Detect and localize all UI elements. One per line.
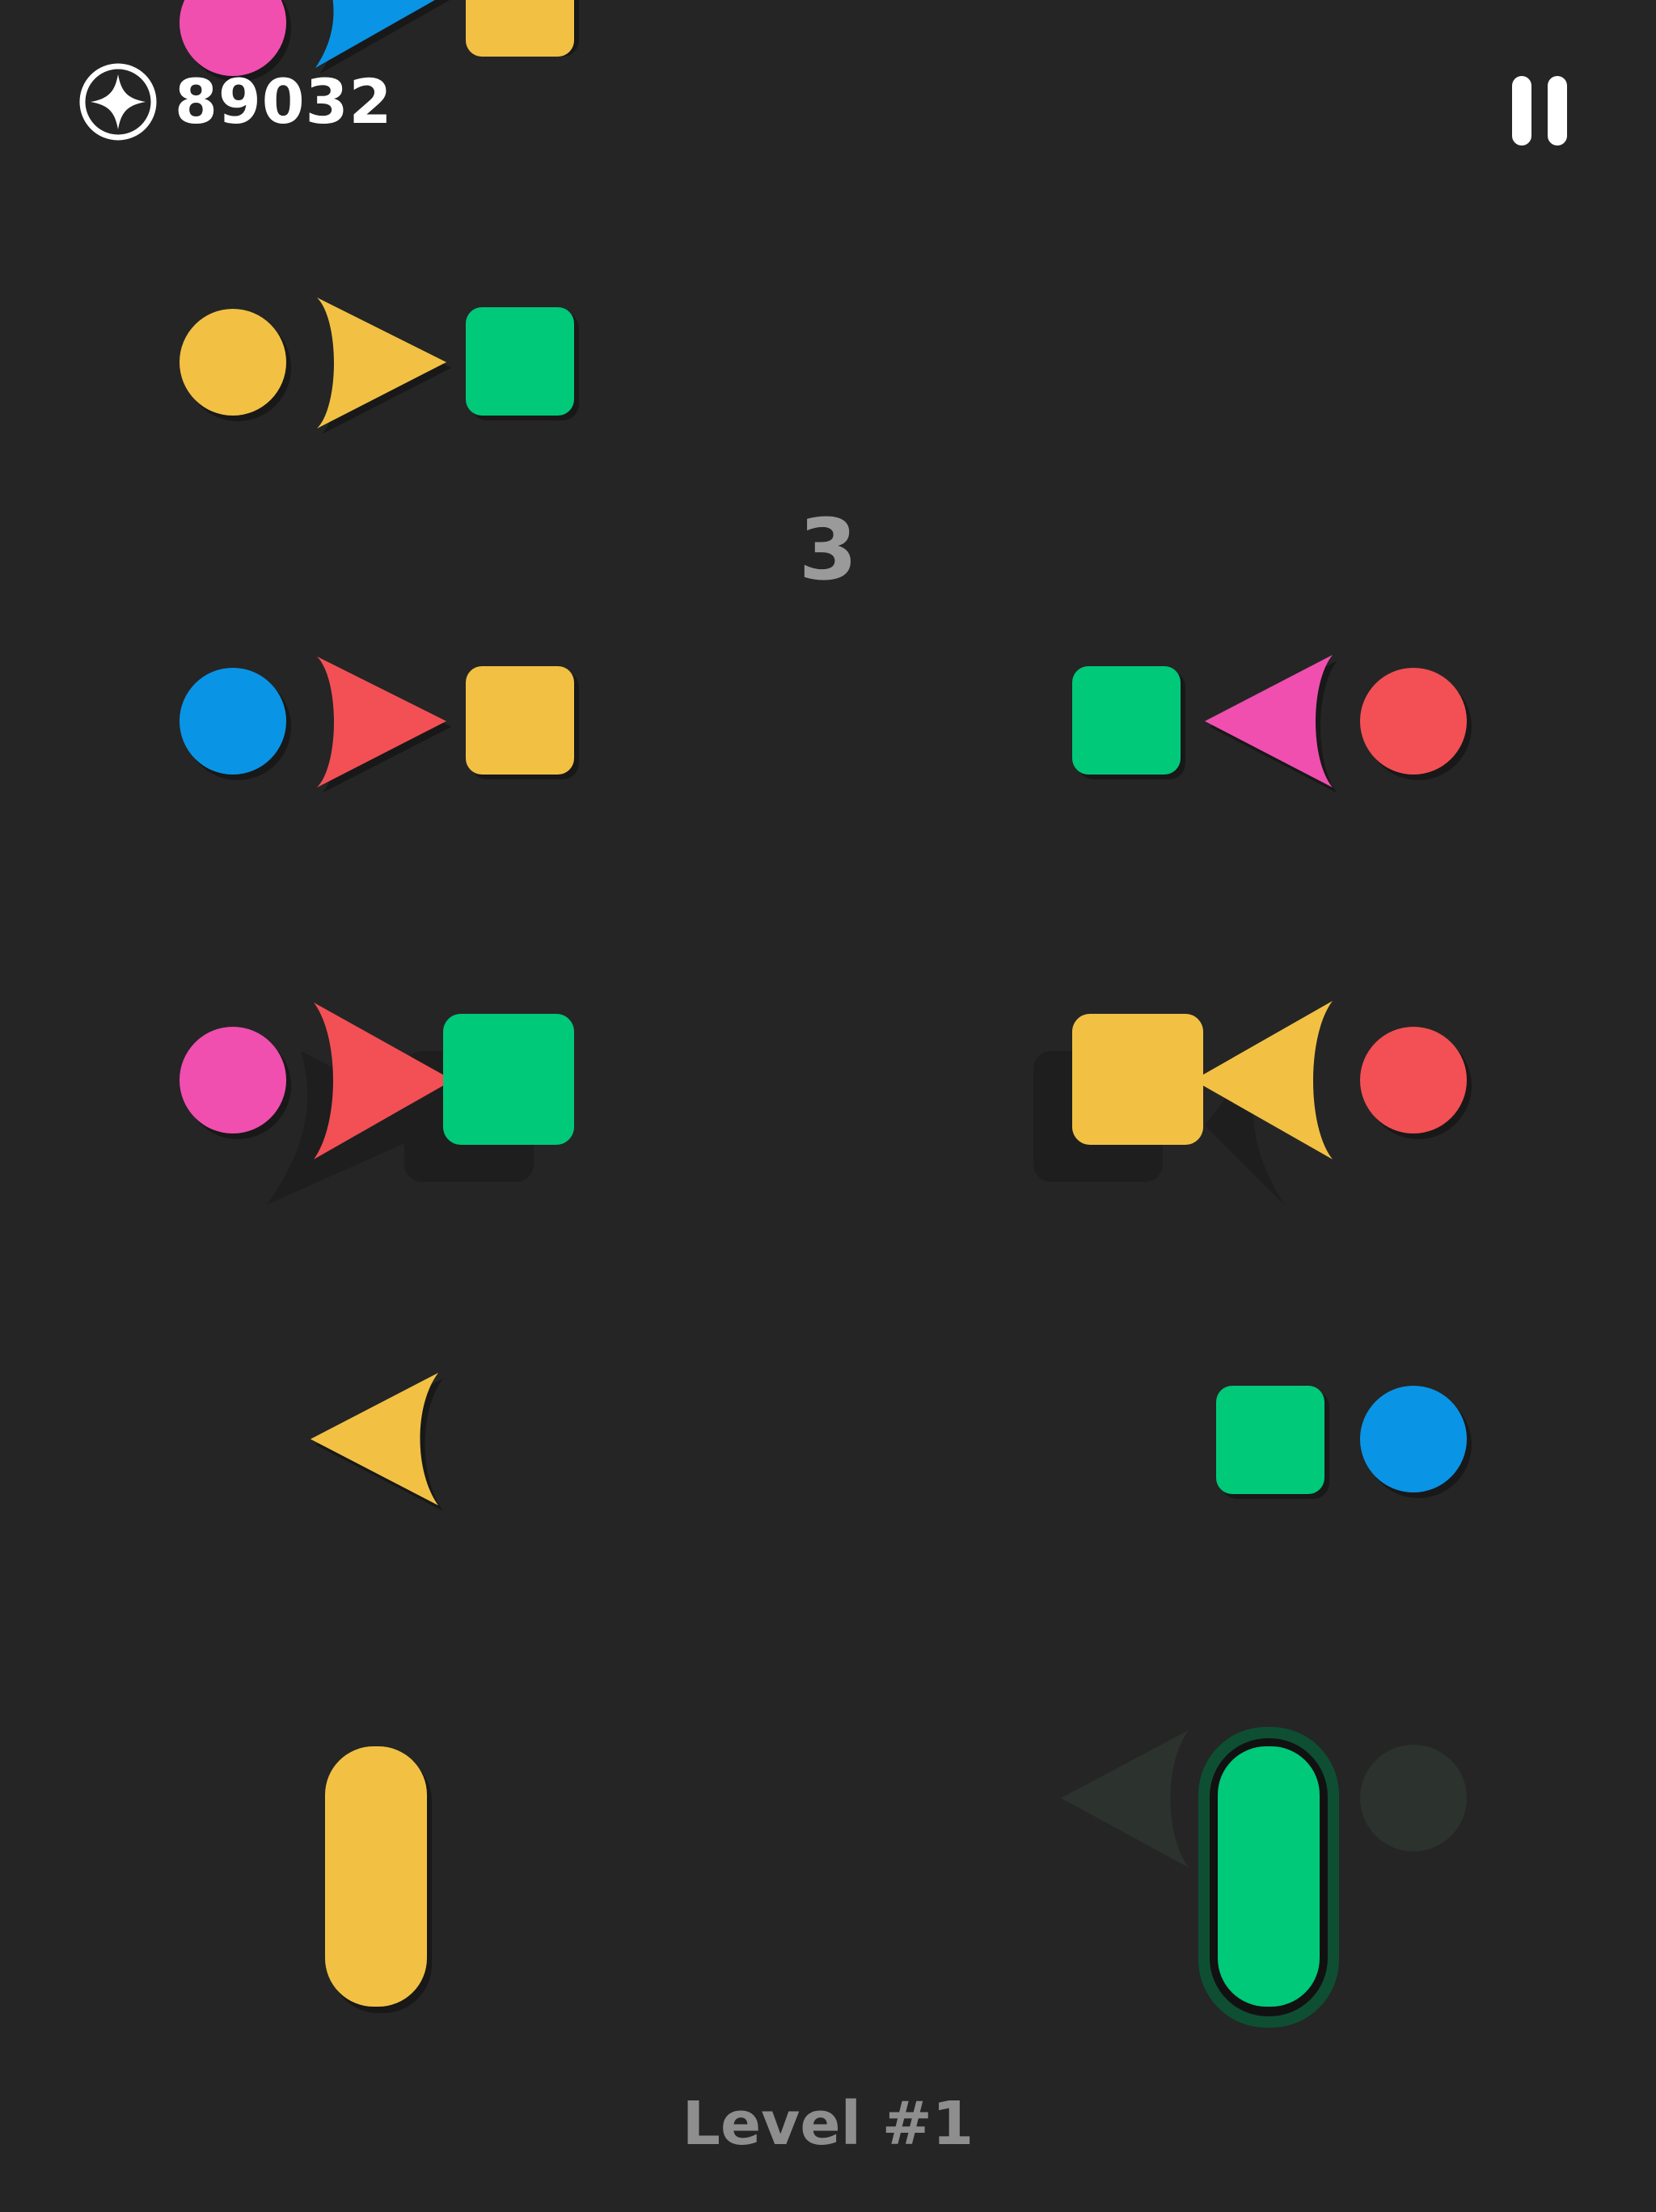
green-square (1072, 666, 1181, 775)
pause-bar-right (1548, 76, 1567, 146)
star-coin-icon (79, 63, 157, 141)
green-square (443, 1014, 574, 1145)
ghost-circle (1360, 1745, 1467, 1851)
board-canvas (0, 0, 1656, 2209)
blue-circle (180, 668, 286, 775)
yellow-circle (180, 309, 286, 416)
paddle-left[interactable] (325, 1746, 432, 2013)
red-circle (1360, 668, 1467, 775)
pink-circle (180, 1027, 286, 1133)
yellow-square (1072, 1014, 1203, 1145)
paddle-right[interactable] (1198, 1727, 1339, 2028)
pause-button[interactable] (1507, 76, 1572, 146)
score-value: 89032 (175, 65, 393, 137)
pause-bar-left (1512, 76, 1531, 146)
game-board[interactable]: 89032 3 Level #1 (0, 0, 1656, 2209)
yellow-square (466, 0, 574, 57)
red-circle (1360, 1027, 1467, 1133)
blue-circle (1360, 1386, 1467, 1492)
yellow-square (466, 666, 574, 775)
yellow-paddle[interactable] (325, 1746, 427, 2007)
countdown-counter: 3 (798, 500, 858, 599)
level-label: Level #1 (682, 2089, 974, 2159)
score-display: 89032 (78, 61, 392, 142)
green-square (1216, 1386, 1324, 1494)
green-paddle[interactable] (1218, 1746, 1320, 2007)
green-square (466, 307, 574, 416)
